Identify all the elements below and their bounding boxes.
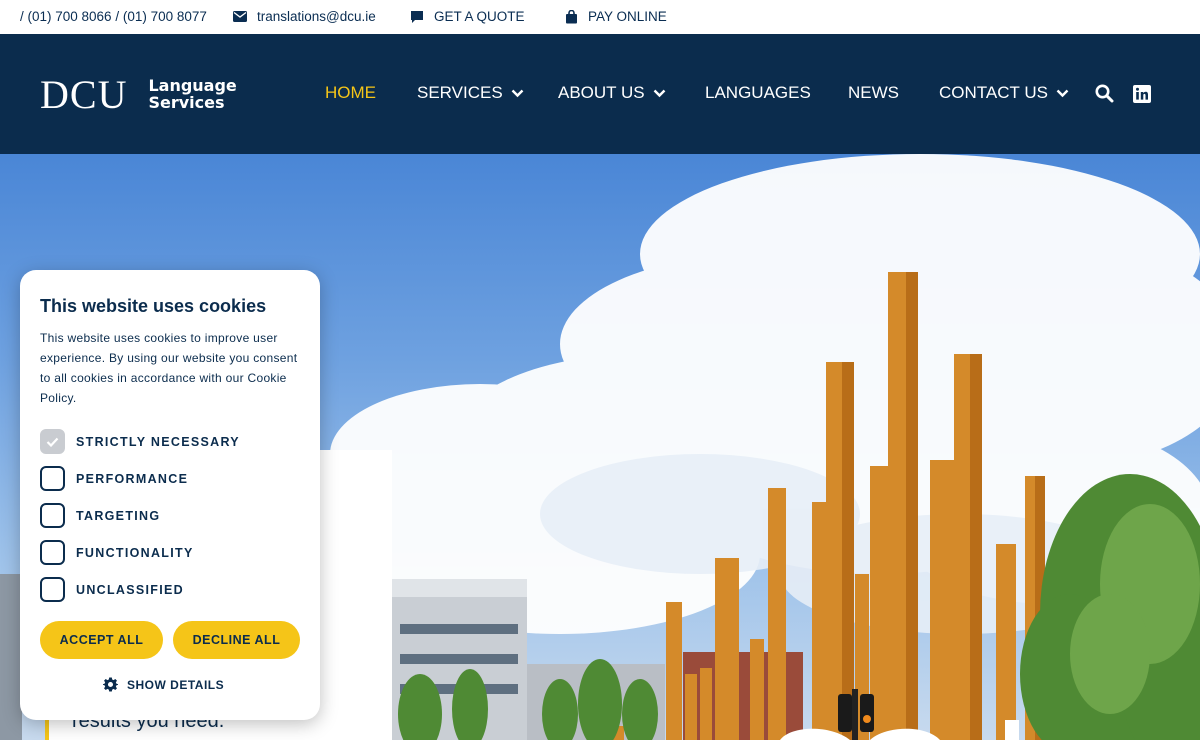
nav-home-label: HOME	[325, 83, 376, 102]
nav-about-us-label: ABOUT US	[558, 83, 645, 102]
nav-services-label: SERVICES	[417, 83, 503, 102]
cookie-option-performance[interactable]: PERFORMANCE	[40, 466, 188, 491]
checkbox-checked[interactable]	[40, 429, 65, 454]
search-button[interactable]	[1095, 84, 1114, 108]
nav-news-label: NEWS	[848, 83, 899, 102]
cookie-option-functionality[interactable]: FUNCTIONALITY	[40, 540, 194, 565]
chevron-down-icon	[1056, 89, 1069, 97]
checkmark-icon	[46, 437, 59, 447]
show-details-label: SHOW DETAILS	[127, 677, 225, 692]
main-navbar: DCU Language Services HOME SERVICES ABOU…	[0, 34, 1200, 154]
cookie-option-label: UNCLASSIFIED	[76, 582, 184, 597]
cookie-title: This website uses cookies	[40, 296, 267, 316]
logo-wordmark: Language Services	[148, 77, 236, 111]
shopping-bag-icon	[566, 9, 577, 23]
logo-line-2: Services	[148, 93, 225, 112]
pay-online-label: PAY ONLINE	[588, 9, 667, 24]
envelope-icon	[233, 11, 247, 22]
nav-contact-us-label: CONTACT US	[939, 83, 1048, 102]
search-icon	[1095, 84, 1114, 103]
cookie-consent-dialog: This website uses cookies This website u…	[20, 270, 320, 720]
cookie-option-label: STRICTLY NECESSARY	[76, 434, 240, 449]
dcu-logo[interactable]: DCU Language Services	[40, 72, 237, 117]
cookie-option-strictly-necessary[interactable]: STRICTLY NECESSARY	[40, 429, 240, 454]
nav-languages-label: LANGUAGES	[705, 83, 811, 102]
chat-bubble-icon	[411, 10, 423, 23]
pay-online-link[interactable]: PAY ONLINE	[565, 9, 667, 24]
checkbox[interactable]	[40, 466, 65, 491]
phone-numbers[interactable]: / (01) 700 8066 / (01) 700 8077	[20, 9, 207, 24]
nav-contact-us[interactable]: CONTACT US	[939, 83, 1069, 103]
checkbox[interactable]	[40, 540, 65, 565]
cookie-option-targeting[interactable]: TARGETING	[40, 503, 160, 528]
email-text: translations@dcu.ie	[257, 9, 376, 24]
cookie-option-unclassified[interactable]: UNCLASSIFIED	[40, 577, 184, 602]
accept-all-button[interactable]: ACCEPT ALL	[40, 621, 163, 659]
checkbox[interactable]	[40, 577, 65, 602]
checkbox[interactable]	[40, 503, 65, 528]
cookie-description: This website uses cookies to improve use…	[40, 331, 298, 405]
nav-about-us[interactable]: ABOUT US	[558, 83, 666, 103]
decline-all-button[interactable]: DECLINE ALL	[173, 621, 300, 659]
nav-services[interactable]: SERVICES	[417, 83, 524, 103]
cookie-option-label: TARGETING	[76, 508, 161, 523]
nav-languages[interactable]: LANGUAGES	[705, 83, 811, 103]
utility-bar: / (01) 700 8066 / (01) 700 8077 translat…	[0, 0, 1200, 34]
gear-icon	[103, 677, 118, 692]
cookie-option-label: PERFORMANCE	[76, 471, 189, 486]
chevron-down-icon	[511, 89, 524, 97]
linkedin-icon	[1133, 85, 1151, 103]
nav-home[interactable]: HOME	[325, 83, 376, 103]
nav-news[interactable]: NEWS	[848, 83, 899, 103]
chevron-down-icon	[653, 89, 665, 97]
cookie-option-label: FUNCTIONALITY	[76, 545, 194, 560]
get-a-quote-link[interactable]: GET A QUOTE	[410, 9, 525, 24]
email-link[interactable]: translations@dcu.ie	[233, 9, 376, 24]
show-details-button[interactable]: SHOW DETAILS	[103, 677, 224, 692]
logo-mark: DCU	[40, 72, 128, 117]
get-a-quote-label: GET A QUOTE	[434, 9, 525, 24]
linkedin-link[interactable]	[1133, 85, 1151, 108]
